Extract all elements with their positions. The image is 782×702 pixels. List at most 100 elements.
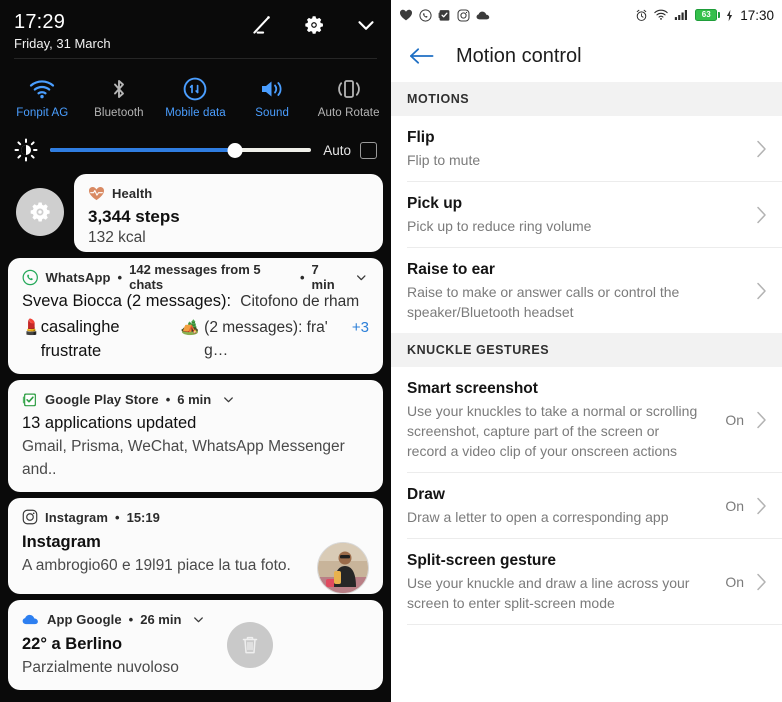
auto-brightness-checkbox[interactable] bbox=[360, 141, 377, 159]
wifi-icon bbox=[29, 76, 55, 102]
quick-tile-wifi[interactable]: Fonpit AG bbox=[4, 66, 81, 128]
chevron-down-icon[interactable] bbox=[353, 12, 379, 38]
row-separator bbox=[407, 624, 782, 625]
notification-header: App Google • 26 min bbox=[22, 609, 369, 629]
row-value: On bbox=[725, 497, 744, 514]
whatsapp-icon bbox=[22, 269, 38, 285]
notification-overflow-count[interactable]: +3 bbox=[352, 316, 369, 340]
screenshot-root: 17:29 Friday, 31 March Fonpit AG Bluetoo… bbox=[0, 0, 782, 702]
section-header-knuckle-gestures: KNUCKLE GESTURES bbox=[391, 333, 782, 367]
bluetooth-icon bbox=[107, 76, 131, 102]
battery-percent-label: 63 bbox=[701, 10, 711, 19]
quick-tile-mobile-data[interactable]: Mobile data bbox=[157, 66, 234, 128]
back-arrow-icon[interactable] bbox=[409, 46, 434, 66]
health-notification-card[interactable]: Health 3,344 steps 132 kcal bbox=[74, 174, 383, 252]
auto-brightness-toggle[interactable]: Auto bbox=[323, 141, 377, 159]
battery-cap bbox=[718, 12, 721, 18]
row-description: Use your knuckles to take a normal or sc… bbox=[407, 403, 698, 459]
notification-group-preview: (2 messages): fra' g… bbox=[204, 319, 328, 359]
chevron-right-icon bbox=[754, 497, 768, 515]
chevron-right-icon bbox=[754, 206, 768, 224]
row-text: Raise to ear Raise to make or answer cal… bbox=[407, 259, 744, 322]
row-description: Pick up to reduce ring volume bbox=[407, 218, 592, 234]
status-bar-notification-icons bbox=[399, 8, 491, 22]
notification-group-name: casalinghe frustrate bbox=[40, 318, 120, 360]
notification-app-name: Instagram bbox=[45, 509, 109, 525]
shade-divider bbox=[14, 58, 377, 59]
notification-time: 7 min bbox=[311, 262, 335, 292]
notification-sender: Sveva Biocca (2 messages): bbox=[22, 292, 232, 310]
settings-row-draw[interactable]: Draw Draw a letter to open a correspondi… bbox=[391, 473, 782, 538]
notification-time: 26 min bbox=[140, 611, 182, 627]
row-title: Smart screenshot bbox=[407, 380, 538, 397]
notification-time: 15:19 bbox=[126, 509, 160, 525]
notification-card-whatsapp[interactable]: WhatsApp • 142 messages from 5 chats • 7… bbox=[8, 258, 383, 374]
battery-body: 63 bbox=[695, 9, 718, 21]
slider-fill bbox=[50, 148, 236, 152]
row-title: Pick up bbox=[407, 195, 463, 212]
shade-header: 17:29 Friday, 31 March bbox=[0, 0, 391, 66]
row-text: Draw Draw a letter to open a correspondi… bbox=[407, 484, 715, 527]
edit-pencil-icon[interactable] bbox=[249, 12, 275, 38]
settings-row-flip[interactable]: Flip Flip to mute bbox=[391, 116, 782, 181]
settings-row-split-screen-gesture[interactable]: Split-screen gesture Use your knuckle an… bbox=[391, 539, 782, 624]
row-text: Split-screen gesture Use your knuckle an… bbox=[407, 550, 715, 613]
row-text: Flip Flip to mute bbox=[407, 127, 744, 170]
play-store-icon bbox=[22, 393, 36, 406]
row-title: Flip bbox=[407, 129, 435, 146]
notification-card-instagram[interactable]: Instagram • 15:19 Instagram A ambrogio60… bbox=[8, 498, 383, 594]
quick-tile-auto-rotate[interactable]: Auto Rotate bbox=[310, 66, 387, 128]
app-bar: Motion control bbox=[391, 30, 782, 82]
notification-card-play-store[interactable]: Google Play Store • 6 min 13 application… bbox=[8, 380, 383, 492]
page-title: Motion control bbox=[456, 44, 582, 67]
battery-indicator: 63 bbox=[695, 9, 721, 21]
settings-row-raise-to-ear[interactable]: Raise to ear Raise to make or answer cal… bbox=[391, 248, 782, 333]
quick-tile-sound[interactable]: Sound bbox=[234, 66, 311, 128]
settings-row-smart-screenshot[interactable]: Smart screenshot Use your knuckles to ta… bbox=[391, 367, 782, 472]
row-value: On bbox=[725, 573, 744, 590]
chevron-right-icon bbox=[754, 573, 768, 591]
quick-tile-label: Bluetooth bbox=[94, 106, 144, 119]
quick-tile-label: Sound bbox=[255, 106, 289, 119]
notification-settings-button[interactable] bbox=[16, 188, 64, 236]
charging-bolt-icon bbox=[727, 9, 733, 21]
status-bar-time: 17:30 bbox=[740, 7, 774, 23]
health-steps-value: 3,344 steps bbox=[88, 207, 180, 226]
row-description: Draw a letter to open a corresponding ap… bbox=[407, 509, 669, 525]
row-title: Draw bbox=[407, 486, 445, 503]
settings-gear-icon bbox=[30, 202, 50, 222]
quick-tile-bluetooth[interactable]: Bluetooth bbox=[81, 66, 158, 128]
brightness-slider[interactable] bbox=[50, 141, 312, 159]
brightness-row: Auto bbox=[0, 128, 391, 172]
slider-knob[interactable] bbox=[227, 142, 243, 158]
quick-tile-label: Fonpit AG bbox=[16, 106, 69, 119]
notification-line-2: 💄 casalinghe frustrate 🏕️ (2 messages): … bbox=[22, 315, 369, 363]
notification-card-app-google[interactable]: App Google • 26 min 22° a Berlino Parzia… bbox=[8, 600, 383, 690]
chevron-down-icon[interactable] bbox=[191, 612, 206, 627]
notification-body: Gmail, Prisma, WeChat, WhatsApp Messenge… bbox=[22, 438, 345, 478]
chevron-down-icon[interactable] bbox=[221, 392, 236, 407]
notification-line-1: Sveva Biocca (2 messages): Citofono de r… bbox=[22, 289, 369, 313]
system-status-bar: 63 17:30 bbox=[391, 0, 782, 30]
instagram-icon bbox=[457, 9, 470, 21]
delete-notification-button[interactable] bbox=[227, 622, 273, 668]
notification-header: Google Play Store • 6 min bbox=[22, 389, 369, 409]
lipstick-emoji-icon: 💄 bbox=[22, 319, 41, 336]
sound-icon bbox=[259, 76, 285, 102]
notification-header: Instagram • 15:19 bbox=[22, 507, 369, 527]
wifi-icon bbox=[654, 9, 668, 20]
row-title: Raise to ear bbox=[407, 261, 495, 278]
notification-title: 22° a Berlino bbox=[22, 635, 123, 653]
notification-meta: 142 messages from 5 chats bbox=[129, 262, 261, 292]
notification-time: 6 min bbox=[177, 391, 212, 407]
notification-app-name: Google Play Store bbox=[45, 391, 159, 407]
row-description: Use your knuckle and draw a line across … bbox=[407, 575, 690, 611]
heart-pulse-icon bbox=[89, 186, 104, 200]
avatar bbox=[317, 542, 369, 594]
auto-rotate-icon bbox=[336, 76, 362, 102]
brightness-icon bbox=[14, 138, 38, 162]
settings-row-pick-up[interactable]: Pick up Pick up to reduce ring volume bbox=[391, 182, 782, 247]
chevron-down-icon[interactable] bbox=[354, 270, 369, 285]
settings-gear-icon[interactable] bbox=[301, 12, 327, 38]
notification-app-name: WhatsApp bbox=[45, 269, 111, 285]
